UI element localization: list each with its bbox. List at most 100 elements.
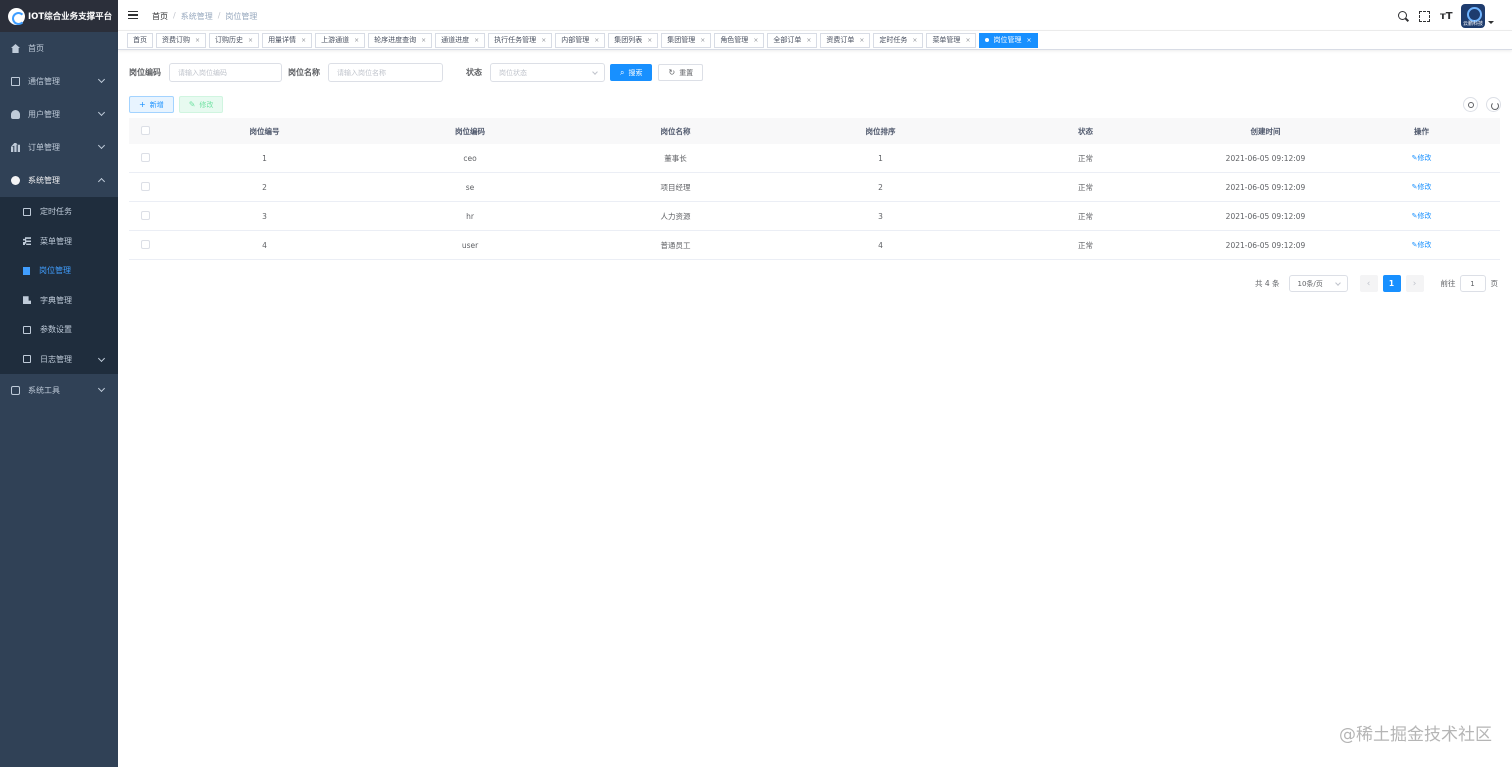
- cell-id: 2: [262, 182, 267, 192]
- select-all-cell: [129, 125, 162, 137]
- close-icon[interactable]: ×: [859, 37, 864, 44]
- close-icon[interactable]: ×: [195, 37, 200, 44]
- edit-button[interactable]: ✎ 修改: [178, 96, 224, 113]
- post-name-input[interactable]: 请输入岗位名称: [328, 63, 443, 82]
- column-header: 创建时间: [1250, 126, 1281, 136]
- close-icon[interactable]: ×: [301, 37, 306, 44]
- tab-4[interactable]: 上游通道 ×: [315, 32, 366, 48]
- tab-9[interactable]: 集团列表 ×: [608, 32, 659, 48]
- tab-5[interactable]: 轮序进度查询 ×: [368, 32, 433, 48]
- select-cell: [129, 239, 162, 251]
- column-header: 岗位编码: [455, 126, 485, 136]
- app-logo[interactable]: IOT综合业务支撑平台: [0, 0, 118, 32]
- edit-link[interactable]: ✎修改: [1412, 212, 1432, 220]
- refresh-icon: ↻: [668, 68, 676, 77]
- breadcrumb-home[interactable]: 首页: [152, 11, 168, 22]
- reset-button-label: 重置: [679, 68, 694, 77]
- close-icon[interactable]: ×: [594, 37, 599, 44]
- font-size-icon[interactable]: ᴛT: [1440, 11, 1453, 22]
- close-icon[interactable]: ×: [421, 37, 426, 44]
- table-row[interactable]: 3 hr 人力资源 3 正常 2021-06-05 09:12:09 ✎修改: [129, 202, 1500, 231]
- tab-3[interactable]: 用量详情 ×: [262, 32, 313, 48]
- search-icon[interactable]: [1398, 10, 1409, 22]
- edit-link[interactable]: ✎修改: [1412, 183, 1432, 191]
- tab-2[interactable]: 订购历史 ×: [209, 32, 260, 48]
- prev-page-button[interactable]: ‹: [1359, 275, 1378, 292]
- close-icon[interactable]: ×: [806, 37, 811, 44]
- page-size-select[interactable]: 10条/页: [1288, 275, 1348, 292]
- goto-page-input[interactable]: 1: [1459, 275, 1486, 292]
- tab-6[interactable]: 通道进度 ×: [435, 32, 486, 48]
- chart-icon: [11, 143, 20, 152]
- sidebar-item-settings[interactable]: 参数设置: [0, 315, 118, 345]
- table-row[interactable]: 2 se 项目经理 2 正常 2021-06-05 09:12:09 ✎修改: [129, 173, 1500, 202]
- close-icon[interactable]: ×: [700, 37, 705, 44]
- tab-10[interactable]: 集团管理 ×: [661, 32, 712, 48]
- search-button[interactable]: ⌕ 搜索: [610, 64, 653, 81]
- sidebar-item-label: 字典管理: [40, 295, 72, 305]
- row-checkbox[interactable]: [141, 181, 150, 191]
- table-row[interactable]: 4 user 普通员工 4 正常 2021-06-05 09:12:09 ✎修改: [129, 231, 1500, 260]
- close-icon[interactable]: ×: [474, 37, 479, 44]
- tab-16[interactable]: 岗位管理 ×: [979, 32, 1038, 48]
- sidebar-item-users[interactable]: 用户管理: [0, 98, 118, 131]
- sidebar-item-label: 定时任务: [40, 207, 72, 217]
- row-checkbox[interactable]: [141, 210, 150, 220]
- hamburger-icon[interactable]: [128, 11, 138, 19]
- sidebar-item-label: 参数设置: [40, 325, 72, 335]
- edit-link[interactable]: ✎修改: [1412, 241, 1432, 249]
- sidebar-item-post-management[interactable]: 岗位管理: [0, 256, 118, 286]
- tab-14[interactable]: 定时任务 ×: [873, 32, 924, 48]
- sidebar-item-system[interactable]: 系统管理: [0, 164, 118, 197]
- page-number-current[interactable]: 1: [1382, 275, 1401, 292]
- close-icon[interactable]: ×: [647, 37, 652, 44]
- tab-label: 轮序进度查询: [374, 36, 417, 44]
- avatar[interactable]: 云鹏科技: [1461, 4, 1485, 28]
- status-select[interactable]: 岗位状态: [490, 63, 605, 82]
- sidebar-item-label: 用户管理: [28, 110, 60, 119]
- close-icon[interactable]: ×: [248, 37, 253, 44]
- sidebar-item-dictionary[interactable]: 字典管理: [0, 286, 118, 316]
- select-all-checkbox[interactable]: [141, 125, 150, 135]
- close-icon[interactable]: ×: [354, 37, 359, 44]
- caret-down-icon[interactable]: [1488, 20, 1494, 24]
- pagination: 共 4 条 10条/页 ‹ 1 › 前往 1 页: [1255, 275, 1498, 292]
- sidebar-item-communication[interactable]: 通信管理: [0, 65, 118, 98]
- reset-button[interactable]: ↻ 重置: [658, 64, 704, 81]
- tab-0[interactable]: 首页: [127, 32, 153, 48]
- close-icon[interactable]: ×: [753, 37, 758, 44]
- add-button[interactable]: + 新增: [129, 96, 174, 113]
- fullscreen-icon[interactable]: [1419, 10, 1430, 22]
- row-checkbox[interactable]: [141, 152, 150, 162]
- tab-7[interactable]: 执行任务管理 ×: [488, 32, 553, 48]
- tab-15[interactable]: 菜单管理 ×: [926, 32, 977, 48]
- sidebar-item-label: 订单管理: [28, 143, 60, 152]
- close-icon[interactable]: ×: [541, 37, 546, 44]
- tab-11[interactable]: 角色管理 ×: [714, 32, 765, 48]
- sidebar-item-orders[interactable]: 订单管理: [0, 131, 118, 164]
- sidebar-item-logs[interactable]: 日志管理: [0, 345, 118, 375]
- tab-8[interactable]: 内部管理 ×: [555, 32, 606, 48]
- post-code-input[interactable]: 请输入岗位编码: [169, 63, 282, 82]
- tab-1[interactable]: 资费订购 ×: [156, 32, 207, 48]
- table-row[interactable]: 1 ceo 董事长 1 正常 2021-06-05 09:12:09 ✎修改: [129, 144, 1500, 173]
- close-icon[interactable]: ×: [912, 37, 917, 44]
- next-page-button[interactable]: ›: [1405, 275, 1424, 292]
- right-toolbar: [1463, 97, 1501, 112]
- close-icon[interactable]: ×: [965, 37, 970, 44]
- sidebar-item-menu-management[interactable]: 菜单管理: [0, 227, 118, 257]
- row-checkbox[interactable]: [141, 239, 150, 249]
- edit-link-label: 修改: [1417, 212, 1432, 220]
- toggle-search-icon[interactable]: [1463, 97, 1478, 112]
- tab-13[interactable]: 资费订单 ×: [820, 32, 871, 48]
- edit-link[interactable]: ✎修改: [1412, 154, 1432, 162]
- sidebar-item-scheduled-tasks[interactable]: 定时任务: [0, 197, 118, 227]
- job-icon: [23, 207, 31, 216]
- sidebar-item-home[interactable]: 首页: [0, 32, 118, 65]
- sidebar-item-system-tools[interactable]: 系统工具: [0, 374, 118, 407]
- close-icon[interactable]: ×: [1026, 37, 1031, 44]
- edit-button-label: 修改: [199, 100, 214, 109]
- tab-12[interactable]: 全部订单 ×: [767, 32, 818, 48]
- post-name-label: 岗位名称: [288, 68, 320, 77]
- refresh-icon[interactable]: [1486, 97, 1501, 112]
